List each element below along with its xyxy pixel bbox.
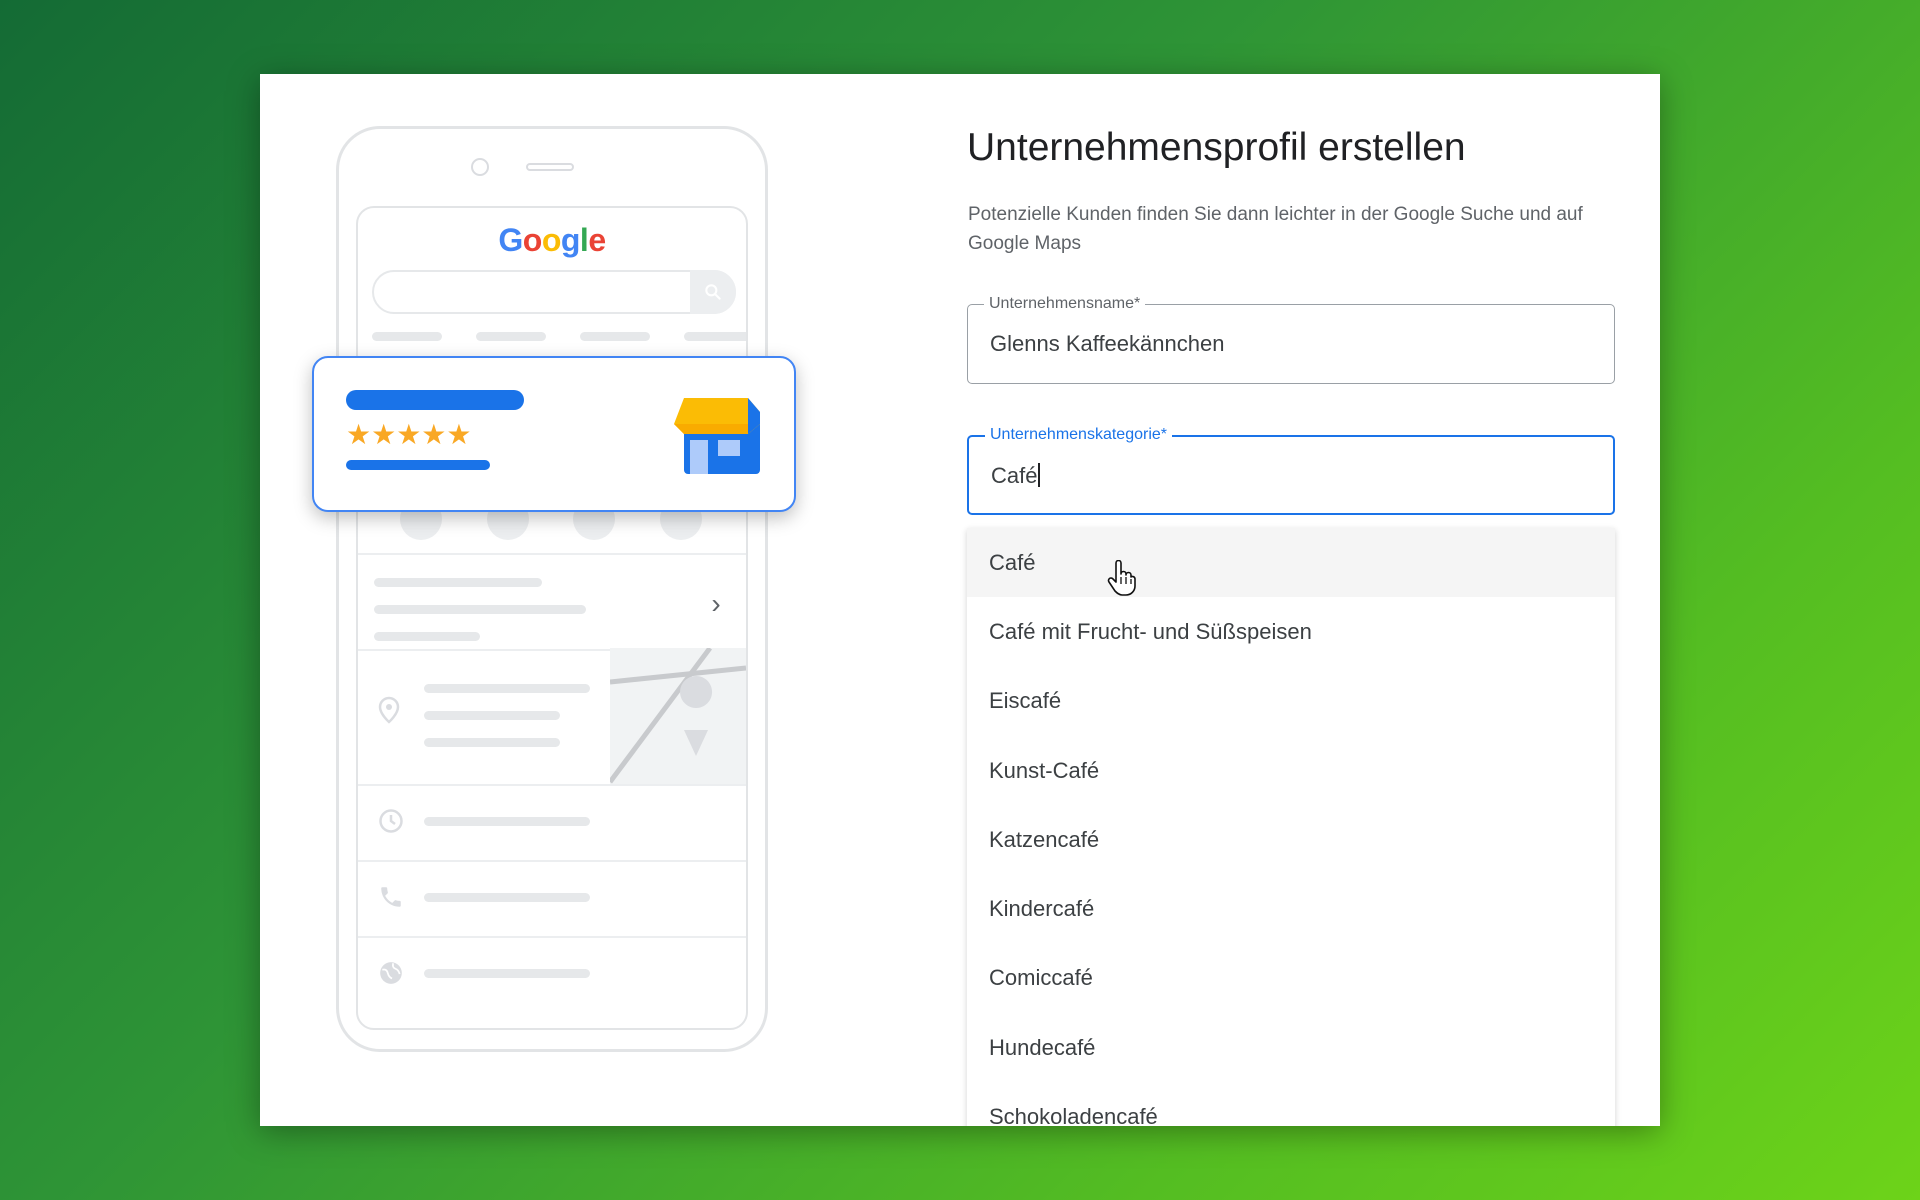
divider xyxy=(358,784,746,786)
placeholder-bar xyxy=(424,738,560,747)
logo-letter: o xyxy=(522,222,543,258)
divider xyxy=(358,936,746,938)
map-thumbnail xyxy=(607,646,746,784)
placeholder-bar xyxy=(424,684,590,693)
page-subtitle: Potenzielle Kunden finden Sie dann leich… xyxy=(968,204,1583,254)
suggestion-item[interactable]: Katzencafé xyxy=(967,805,1615,874)
suggestion-item[interactable]: Kunst-Café xyxy=(967,736,1615,805)
placeholder-bar xyxy=(372,332,442,341)
placeholder-subtitle-bar xyxy=(346,460,490,470)
placeholder-bar xyxy=(476,332,546,341)
suggestion-item[interactable]: Café mit Frucht- und Süßspeisen xyxy=(967,597,1615,666)
text-caret xyxy=(1038,463,1041,487)
suggestion-item[interactable]: Comiccafé xyxy=(967,944,1615,1013)
phone-screen: Google › xyxy=(356,206,748,1030)
business-category-input[interactable]: Café xyxy=(991,463,1041,489)
location-pin-icon xyxy=(378,696,400,724)
placeholder-bar xyxy=(374,632,480,641)
placeholder-title-bar xyxy=(346,390,524,410)
category-suggestions: Café Café mit Frucht- und Süßspeisen Eis… xyxy=(967,528,1615,1126)
divider xyxy=(358,860,746,862)
placeholder-bar xyxy=(424,711,560,720)
business-category-field[interactable]: Unternehmenskategorie* Café xyxy=(967,426,1615,515)
placeholder-bar xyxy=(424,893,590,902)
suggestion-item[interactable]: Hundecafé xyxy=(967,1013,1615,1082)
placeholder-bar xyxy=(424,817,590,826)
logo-letter: G xyxy=(498,222,523,258)
placeholder-bar xyxy=(374,605,586,614)
business-category-label: Unternehmenskategorie* xyxy=(985,426,1172,444)
phone-camera xyxy=(471,158,489,176)
suggestion-item[interactable]: Schokoladencafé xyxy=(967,1082,1615,1126)
create-profile-card: Google › ★★★★★ Unternehmensprofil erstel… xyxy=(260,74,1660,1126)
logo-letter: g xyxy=(560,222,581,258)
page-title: Unternehmensprofil erstellen xyxy=(967,126,1466,169)
suggestion-item[interactable]: Eiscafé xyxy=(967,667,1615,736)
business-name-field[interactable]: Unternehmensname* Glenns Kaffeekännchen xyxy=(967,295,1615,384)
rating-stars: ★★★★★ xyxy=(346,419,472,450)
google-logo: Google xyxy=(358,222,746,259)
business-preview-card: ★★★★★ xyxy=(312,356,796,512)
phone-speaker xyxy=(526,163,574,171)
phone-icon xyxy=(378,884,404,910)
phone-contents: Google › xyxy=(336,126,768,1052)
business-category-value: Café xyxy=(991,463,1038,488)
search-icon xyxy=(690,270,736,314)
placeholder-bar xyxy=(580,332,650,341)
store-icon xyxy=(674,394,764,483)
chevron-right-icon: › xyxy=(711,588,721,619)
logo-letter: e xyxy=(588,222,606,258)
divider xyxy=(358,553,746,555)
globe-icon xyxy=(378,960,404,986)
clock-icon xyxy=(378,808,404,834)
suggestion-item[interactable]: Café xyxy=(967,528,1615,598)
illustration-search-bar xyxy=(372,270,736,314)
placeholder-bar xyxy=(374,578,542,587)
business-name-label: Unternehmensname* xyxy=(984,295,1146,313)
business-name-input[interactable]: Glenns Kaffeekännchen xyxy=(990,331,1224,357)
placeholder-bar xyxy=(424,969,590,978)
suggestion-item[interactable]: Kindercafé xyxy=(967,874,1615,943)
logo-letter: o xyxy=(541,222,562,258)
placeholder-bar xyxy=(684,332,746,341)
hand-cursor-icon xyxy=(1107,559,1137,601)
